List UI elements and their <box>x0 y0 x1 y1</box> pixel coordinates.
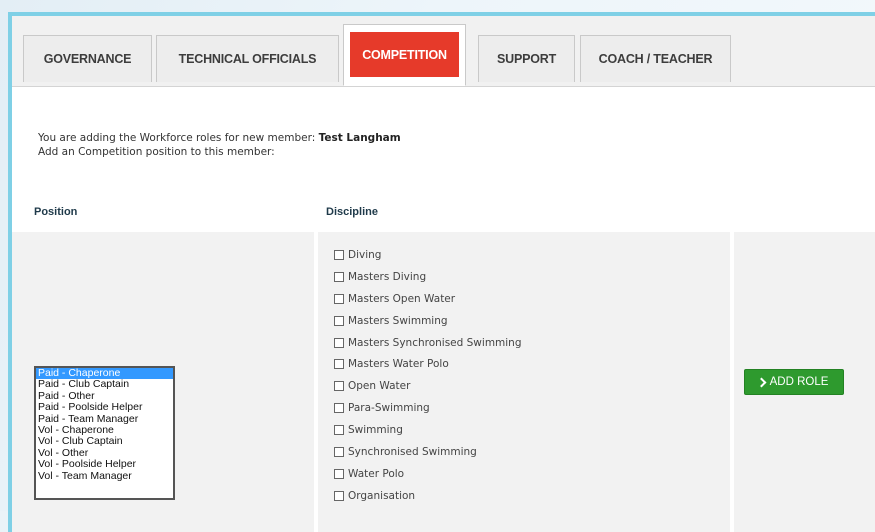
discipline-label[interactable]: Masters Water Polo <box>348 358 449 370</box>
intro-text: You are adding the Workforce roles for n… <box>38 131 401 159</box>
intro-line-2: Add an Competition position to this memb… <box>38 146 275 158</box>
discipline-checkbox[interactable] <box>334 403 344 414</box>
position-listbox[interactable]: Paid - Chaperone Paid - Club Captain Paid … <box>34 366 175 500</box>
tab-bar: GOVERNANCE TECHNICAL OFFICIALS COMPETITI… <box>12 16 875 87</box>
position-option[interactable]: Vol - Poolside Helper <box>36 458 173 470</box>
tab-label: GOVERNANCE <box>43 52 132 66</box>
discipline-item: Diving <box>334 244 522 266</box>
tab-label: COACH / TEACHER <box>598 52 713 66</box>
intro-prefix: You are adding the Workforce roles for n… <box>38 132 316 144</box>
discipline-checkbox[interactable] <box>334 381 344 392</box>
discipline-item: Masters Swimming <box>334 310 522 332</box>
discipline-checkbox[interactable] <box>334 337 344 348</box>
tab-label: TECHNICAL OFFICIALS <box>178 52 317 66</box>
discipline-label[interactable]: Diving <box>348 249 381 261</box>
chevron-right-icon <box>756 377 767 387</box>
discipline-item: Para-Swimming <box>334 397 522 419</box>
tab-label: COMPETITION <box>362 47 447 62</box>
discipline-item: Swimming <box>334 419 522 441</box>
tab-coach-teacher[interactable]: COACH / TEACHER <box>580 35 731 82</box>
tab-competition[interactable]: COMPETITION <box>343 24 466 86</box>
discipline-label[interactable]: Open Water <box>348 380 410 392</box>
member-name: Test Langham <box>318 132 401 144</box>
discipline-column-header: Discipline <box>326 206 378 218</box>
discipline-checkbox[interactable] <box>334 490 344 501</box>
discipline-checklist: Diving Masters Diving Masters Open Water Ma… <box>334 244 522 507</box>
discipline-label[interactable]: Para-Swimming <box>348 402 430 414</box>
position-cell: Paid - Chaperone Paid - Club Captain Paid … <box>12 232 314 532</box>
action-cell: ADD ROLE <box>734 232 875 532</box>
discipline-checkbox[interactable] <box>334 315 344 326</box>
discipline-checkbox[interactable] <box>334 446 344 457</box>
discipline-item: Synchronised Swimming <box>334 441 522 463</box>
position-column-header: Position <box>34 206 78 218</box>
position-option[interactable]: Vol - Team Manager <box>36 470 173 482</box>
discipline-label[interactable]: Synchronised Swimming <box>348 446 477 458</box>
discipline-item: Masters Diving <box>334 266 522 288</box>
role-row: Paid - Chaperone Paid - Club Captain Paid … <box>12 232 875 532</box>
tab-support[interactable]: SUPPORT <box>478 35 575 82</box>
discipline-checkbox[interactable] <box>334 271 344 282</box>
discipline-label[interactable]: Masters Swimming <box>348 315 448 327</box>
discipline-checkbox[interactable] <box>334 468 344 479</box>
active-tab-highlight: COMPETITION <box>350 32 459 77</box>
tab-label: SUPPORT <box>496 52 557 66</box>
discipline-item: Water Polo <box>334 463 522 485</box>
discipline-checkbox[interactable] <box>334 293 344 304</box>
add-role-label: ADD ROLE <box>769 376 829 388</box>
discipline-checkbox[interactable] <box>334 359 344 370</box>
discipline-label[interactable]: Swimming <box>348 424 403 436</box>
discipline-label[interactable]: Masters Diving <box>348 271 426 283</box>
discipline-item: Masters Water Polo <box>334 353 522 375</box>
discipline-item: Open Water <box>334 375 522 397</box>
discipline-item: Organisation <box>334 485 522 507</box>
discipline-checkbox[interactable] <box>334 249 344 260</box>
tab-technical-officials[interactable]: TECHNICAL OFFICIALS <box>156 35 339 82</box>
workforce-panel: GOVERNANCE TECHNICAL OFFICIALS COMPETITI… <box>8 12 875 532</box>
tab-governance[interactable]: GOVERNANCE <box>23 35 152 82</box>
discipline-cell: Diving Masters Diving Masters Open Water Ma… <box>318 232 730 532</box>
discipline-item: Masters Open Water <box>334 288 522 310</box>
add-role-button[interactable]: ADD ROLE <box>744 369 844 395</box>
intro-line-1: You are adding the Workforce roles for n… <box>38 131 401 145</box>
discipline-label[interactable]: Masters Synchronised Swimming <box>348 337 522 349</box>
position-option[interactable]: Paid - Poolside Helper <box>36 401 173 413</box>
discipline-label[interactable]: Masters Open Water <box>348 293 455 305</box>
discipline-checkbox[interactable] <box>334 425 344 436</box>
discipline-item: Masters Synchronised Swimming <box>334 332 522 354</box>
discipline-label[interactable]: Organisation <box>348 490 415 502</box>
discipline-label[interactable]: Water Polo <box>348 468 404 480</box>
